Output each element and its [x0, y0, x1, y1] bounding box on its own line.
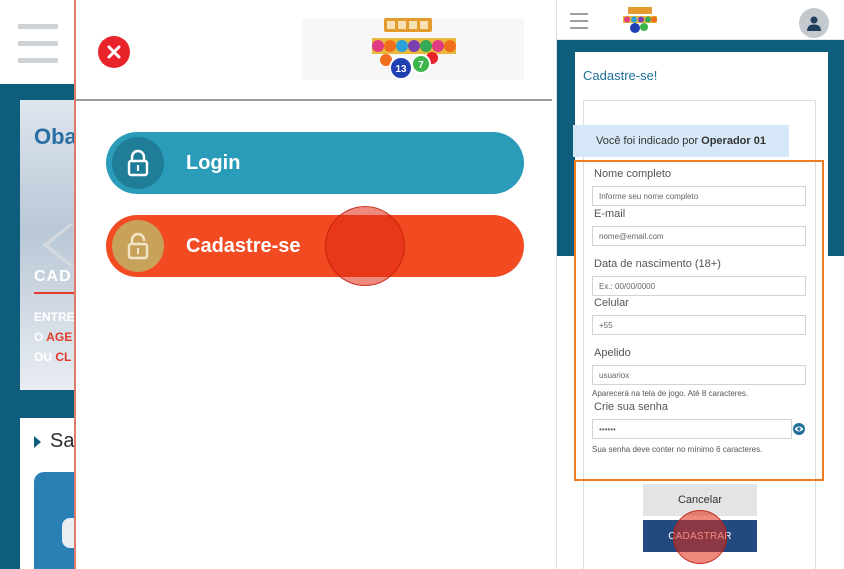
login-button-label: Login [186, 151, 241, 174]
user-avatar-button[interactable] [799, 8, 829, 38]
referral-prefix: Você foi indicado por [596, 135, 699, 147]
banner-prev-arrow-icon[interactable] [42, 224, 74, 266]
password-field[interactable]: •••••• [592, 419, 792, 439]
nickname-field[interactable]: usuariox [592, 365, 806, 385]
bingo-logo-small [623, 7, 657, 33]
phone-field[interactable]: +55 [592, 315, 806, 335]
password-label: Crie sua senha [594, 401, 668, 413]
banner-line-white: O [34, 330, 47, 344]
banner-title: CAD [34, 268, 72, 285]
unlock-icon [112, 220, 164, 272]
signup-button-label: Cadastre-se [186, 234, 301, 257]
banner-line-red: AGE [46, 330, 73, 344]
hamburger-icon[interactable] [570, 13, 588, 29]
banner-logo-text: Oba [34, 124, 76, 149]
nickname-label: Apelido [594, 347, 631, 359]
nickname-hint: Aparecerá na tela de jogo. Até 8 caracte… [592, 389, 749, 398]
close-icon [107, 45, 121, 59]
banner-line-red: CL [55, 350, 72, 364]
birthdate-label: Data de nascimento (18+) [594, 258, 721, 270]
side-menu-header: 13 7 [76, 0, 552, 101]
eye-icon[interactable] [793, 423, 805, 435]
user-avatar-icon [807, 16, 821, 31]
login-button[interactable]: Login [106, 132, 524, 194]
full-name-label: Nome completo [594, 168, 672, 180]
banner-line-white: ENTRE [34, 310, 75, 324]
signup-screen: Cadastre-se! Você foi indicado por Opera… [556, 0, 844, 569]
banner-line: OU CL [34, 350, 71, 364]
logo-ball-number: 7 [418, 60, 424, 71]
app-top-bar [557, 0, 844, 40]
tap-indicator [325, 206, 405, 286]
background-header [0, 0, 76, 84]
close-menu-button[interactable] [98, 36, 130, 68]
banner-line-white: OU [34, 350, 56, 364]
banner-line: O AGE [34, 330, 72, 344]
banner-line: ENTRE [34, 310, 75, 324]
form-title: Cadastre-se! [583, 68, 658, 83]
chevron-right-icon [34, 436, 41, 448]
side-menu-panel: 13 7 Login Cadastre-se [74, 0, 552, 569]
form-fields-highlight: Nome completo Informe seu nome completo … [574, 160, 824, 481]
banner-underline [34, 292, 74, 294]
logo-ball-number: 13 [395, 64, 407, 75]
background-app: Oba CAD ENTRE O AGE OU CL Sa [0, 0, 76, 569]
email-field[interactable]: nome@email.com [592, 226, 806, 246]
bingo-logo: 13 7 [372, 18, 456, 80]
birthdate-field[interactable]: Ex.: 00/00/0000 [592, 276, 806, 296]
referral-name: Operador 01 [701, 135, 766, 147]
background-section-title: Sa [50, 430, 75, 452]
phone-label: Celular [594, 297, 629, 309]
signup-button[interactable]: Cadastre-se [106, 215, 524, 277]
email-label: E-mail [594, 208, 626, 220]
screenshot-stage: Oba CAD ENTRE O AGE OU CL Sa 13 7 Login … [0, 0, 844, 569]
password-hint: Sua senha deve conter no mínimo 6 caract… [592, 445, 763, 454]
hamburger-icon[interactable] [18, 24, 58, 68]
referral-banner: Você foi indicado por Operador 01 [573, 125, 789, 157]
full-name-field[interactable]: Informe seu nome completo [592, 186, 806, 206]
background-banner[interactable]: Oba CAD ENTRE O AGE OU CL [20, 100, 76, 390]
tap-indicator [673, 510, 727, 564]
lock-icon [112, 137, 164, 189]
